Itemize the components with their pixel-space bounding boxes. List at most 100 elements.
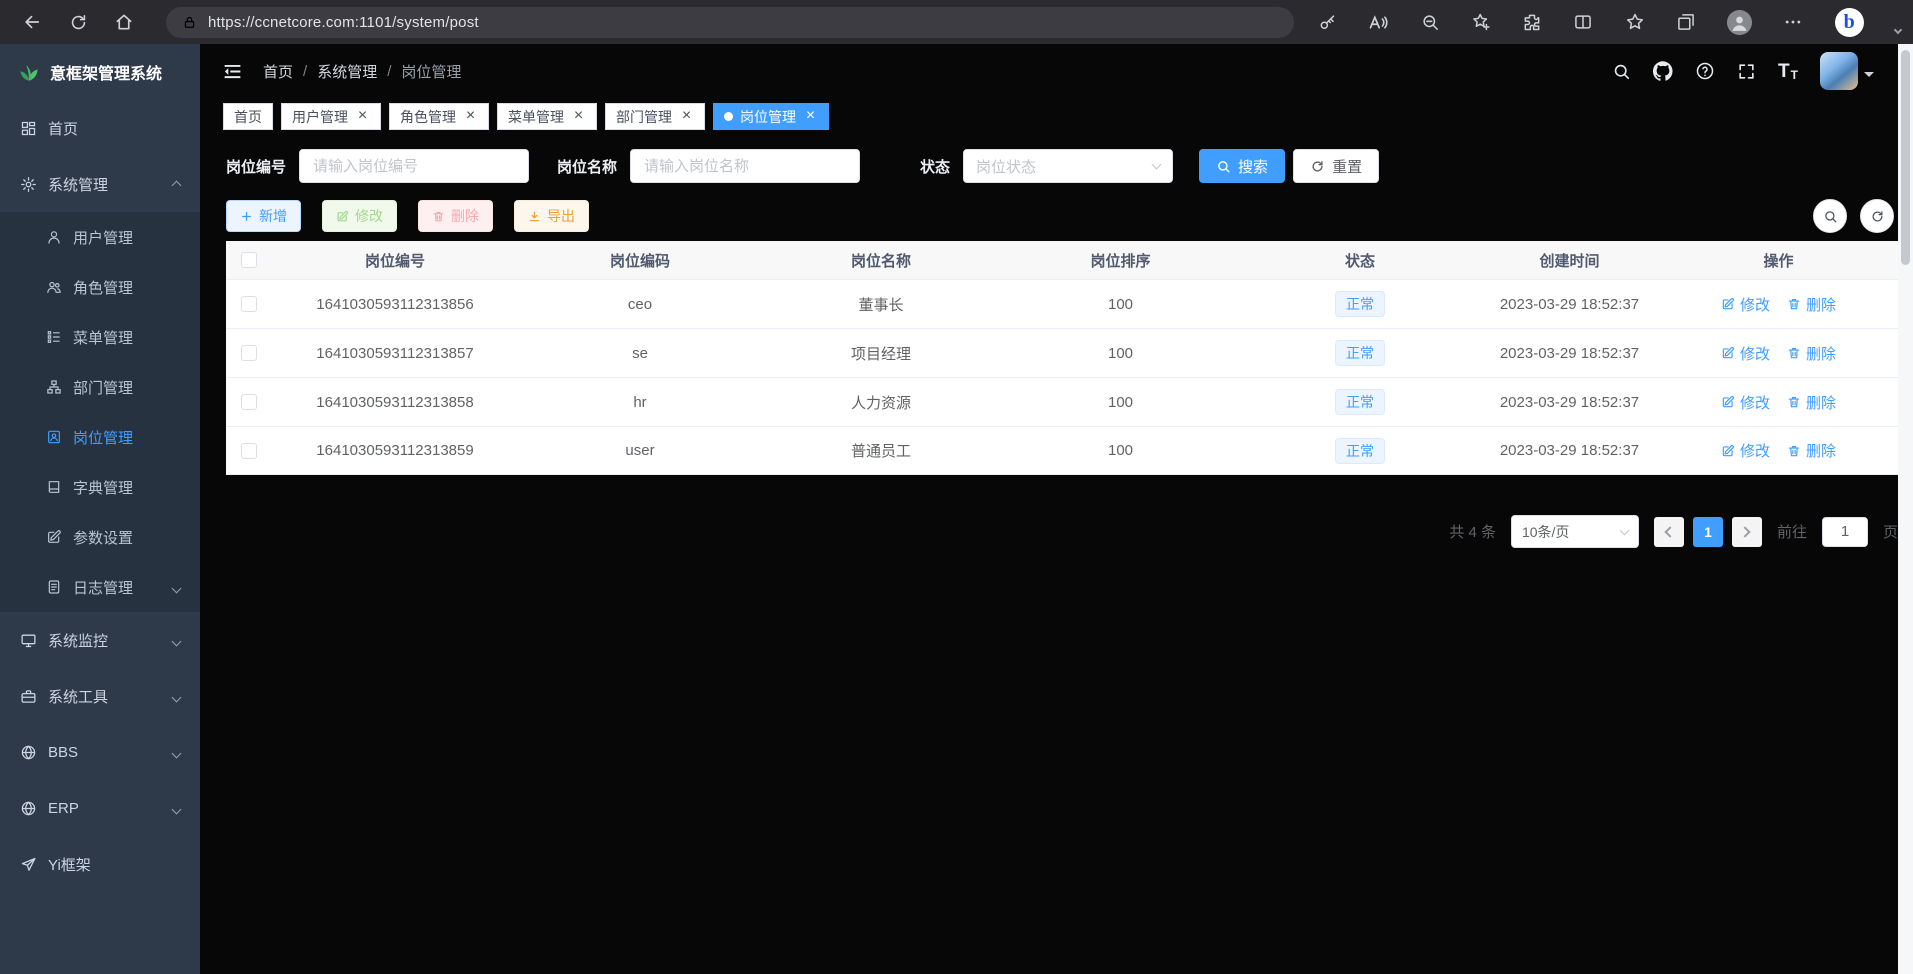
goto-page-input[interactable] [1822,517,1868,547]
row-edit-link[interactable]: 修改 [1721,440,1770,461]
breadcrumb-item[interactable]: 首页 [263,61,293,82]
status-select[interactable]: 岗位状态 [963,149,1173,183]
sidebar-item-param-settings[interactable]: 参数设置 [0,512,200,562]
tab-label: 菜单管理 [508,107,564,127]
sidebar-item-dict-management[interactable]: 字典管理 [0,462,200,512]
github-button[interactable] [1653,61,1673,81]
sidebar-toggle-button[interactable] [222,61,243,82]
site-lock-icon[interactable] [182,15,197,30]
close-icon[interactable] [355,109,370,124]
export-button[interactable]: 导出 [514,200,589,232]
page-number-button[interactable]: 1 [1693,517,1723,547]
add-button[interactable]: 新增 [226,200,301,232]
row-edit-link[interactable]: 修改 [1721,343,1770,364]
user-avatar[interactable] [1820,52,1858,90]
reset-button[interactable]: 重置 [1293,149,1379,183]
select-all-checkbox[interactable] [241,252,257,268]
user-menu[interactable] [1820,52,1874,90]
prev-page-button[interactable] [1654,517,1684,547]
chevron-down-icon [1620,525,1630,535]
page-size-select[interactable]: 10条/页 [1511,515,1639,548]
split-screen-icon [1573,12,1593,32]
row-checkbox[interactable] [241,443,257,459]
split-screen-button[interactable] [1573,12,1593,32]
password-key-button[interactable] [1318,13,1337,32]
sidebar-item-log-management[interactable]: 日志管理 [0,562,200,612]
refresh-table-button[interactable] [1860,199,1894,233]
fullscreen-button[interactable] [1737,62,1756,81]
row-checkbox[interactable] [241,394,257,410]
font-size-button[interactable]: TT [1778,62,1798,81]
close-icon[interactable] [463,109,478,124]
row-delete-link[interactable]: 删除 [1787,392,1836,413]
sidebar-item-yi-framework[interactable]: Yi框架 [0,836,200,892]
sidebar-item-system-monitor[interactable]: 系统监控 [0,612,200,668]
monitor-icon [20,632,37,649]
breadcrumb-item[interactable]: 系统管理 [317,61,377,82]
row-edit-link[interactable]: 修改 [1721,392,1770,413]
search-button[interactable]: 搜索 [1199,149,1285,183]
help-button[interactable] [1695,61,1715,81]
back-button[interactable] [14,4,50,40]
tab-role-management[interactable]: 角色管理 [389,103,489,130]
tab-post-management-active[interactable]: 岗位管理 [713,103,829,130]
sidebar-item-user-management[interactable]: 用户管理 [0,212,200,262]
tab-home[interactable]: 首页 [223,103,273,130]
row-delete-link[interactable]: 删除 [1787,440,1836,461]
row-checkbox[interactable] [241,296,257,312]
sidebar-item-role-management[interactable]: 角色管理 [0,262,200,312]
scrollbar-thumb[interactable] [1901,50,1910,265]
close-icon[interactable] [803,109,818,124]
paper-plane-icon [20,856,37,873]
sidebar-item-menu-management[interactable]: 菜单管理 [0,312,200,362]
app-logo[interactable]: 意框架管理系统 [0,44,200,100]
sidebar-item-label: 字典管理 [73,477,133,498]
goto-label: 前往 [1777,521,1807,542]
row-checkbox[interactable] [241,345,257,361]
sidebar-item-label: 系统管理 [48,174,108,195]
fullscreen-icon [1737,62,1756,81]
add-favorite-button[interactable] [1471,12,1491,32]
header-search-button[interactable] [1612,62,1631,81]
favorites-button[interactable] [1625,12,1645,32]
address-bar[interactable]: https://ccnetcore.com:1101/system/post [166,7,1294,38]
row-delete-label: 删除 [1806,343,1836,364]
zoom-button[interactable] [1421,13,1440,32]
sidebar-item-home[interactable]: 首页 [0,100,200,156]
post-name-input[interactable] [630,149,860,183]
sidebar-item-system-tools[interactable]: 系统工具 [0,668,200,724]
tab-menu-management[interactable]: 菜单管理 [497,103,597,130]
show-search-toggle-button[interactable] [1813,199,1847,233]
page-unit-label: 页 [1883,521,1898,542]
page-scrollbar[interactable] [1898,44,1913,974]
reload-button[interactable] [60,4,96,40]
row-delete-link[interactable]: 删除 [1787,343,1836,364]
chevron-down-icon [1864,72,1874,82]
browser-menu-button[interactable] [1783,12,1803,32]
row-edit-link[interactable]: 修改 [1721,294,1770,315]
extensions-button[interactable] [1522,12,1542,32]
sidebar-item-bbs[interactable]: BBS [0,724,200,780]
delete-button[interactable]: 删除 [418,200,493,232]
sidebar-item-dept-management[interactable]: 部门管理 [0,362,200,412]
sidebar-item-post-management[interactable]: 岗位管理 [0,412,200,462]
post-code-cell: ceo [519,296,761,313]
bing-copilot-button[interactable] [1835,8,1864,37]
edit-button[interactable]: 修改 [322,200,397,232]
next-page-button[interactable] [1732,517,1762,547]
plus-icon [240,210,253,223]
sidebar-item-erp[interactable]: ERP [0,780,200,836]
sidebar-collapse-button[interactable] [1895,20,1901,38]
tab-user-management[interactable]: 用户管理 [281,103,381,130]
home-button[interactable] [106,4,142,40]
tab-dept-management[interactable]: 部门管理 [605,103,705,130]
close-icon[interactable] [571,109,586,124]
close-icon[interactable] [679,109,694,124]
profile-button[interactable] [1727,10,1752,35]
row-delete-link[interactable]: 删除 [1787,294,1836,315]
created-time-cell: 2023-03-29 18:52:37 [1480,442,1659,459]
sidebar-item-system-management[interactable]: 系统管理 [0,156,200,212]
post-code-input[interactable] [299,149,529,183]
read-aloud-button[interactable] [1368,12,1389,33]
collections-button[interactable] [1676,12,1696,32]
